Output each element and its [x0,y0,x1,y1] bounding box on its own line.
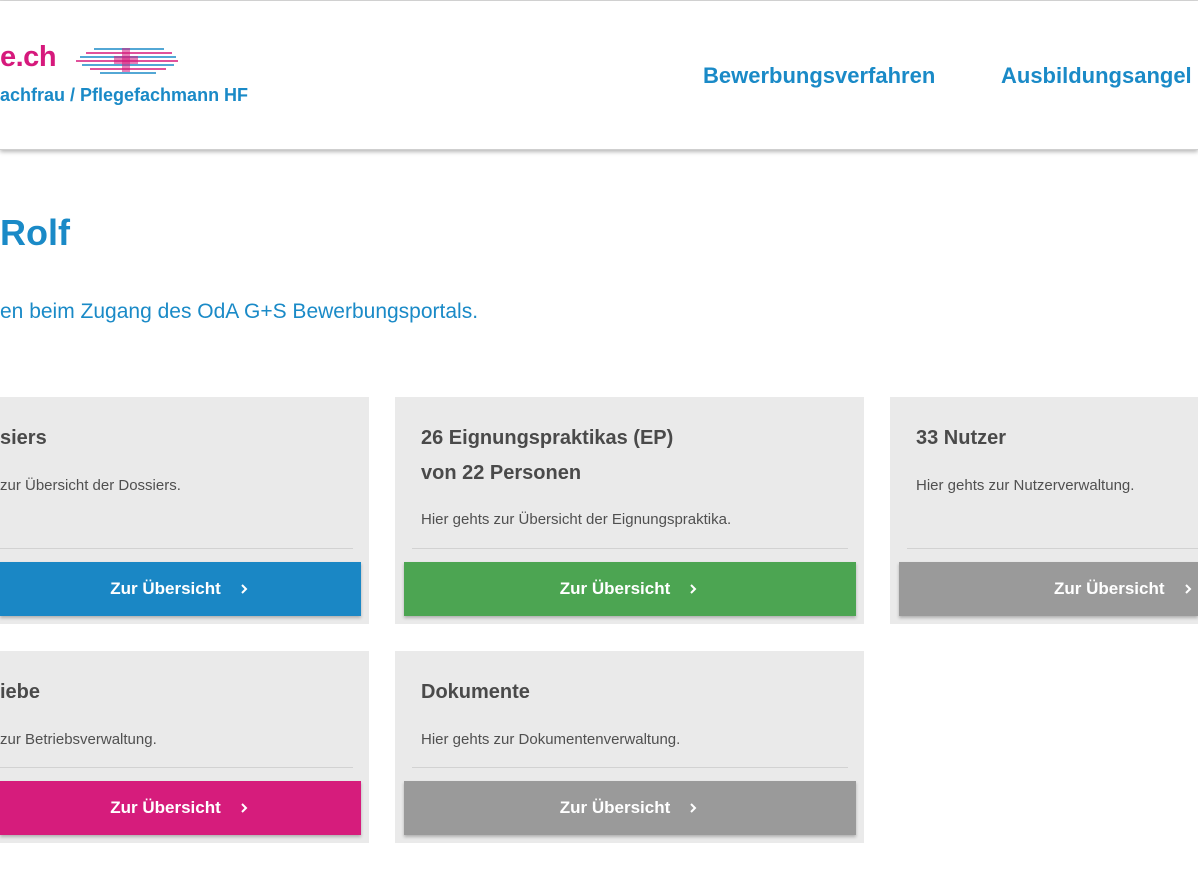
nav-bewerbungsverfahren[interactable]: Bewerbungsverfahren [703,63,935,89]
intro-text: en beim Zugang des OdA G+S Bewerbungspor… [0,300,479,323]
swiss-cross-lines-icon [76,48,178,74]
card-title-line2: von 22 Personen [421,462,582,484]
card-divider [907,548,1198,549]
card-betriebe: iebe zur Betriebsverwaltung. Zur Übersic… [0,651,369,843]
logo-text[interactable]: e.ch [0,41,57,74]
card-title: iebe [0,681,41,703]
logo-subtitle: achfrau / Pflegefachmann HF [0,85,249,105]
card-description: zur Betriebsverwaltung. [0,731,157,748]
dossiers-overview-button[interactable]: Zur Übersicht [0,562,361,616]
card-title: Dokumente [421,681,530,703]
nav-ausbildungsangebote[interactable]: Ausbildungsangel [1001,63,1192,89]
button-label: Zur Übersicht [110,798,221,817]
card-title: 26 Eignungspraktikas (EP) [421,427,674,449]
nutzer-overview-button[interactable]: Zur Übersicht [899,562,1198,616]
chevron-right-icon [1184,584,1191,594]
site-header: e.ch achfrau / Pflegefachmann HF Bewerbu… [0,1,1198,150]
card-nutzer: 33 Nutzer Hier gehts zur Nutzerverwaltun… [890,397,1198,624]
card-description: Hier gehts zur Dokumentenverwaltung. [421,731,681,748]
chevron-right-icon [690,584,697,594]
dokumente-overview-button[interactable]: Zur Übersicht [404,781,856,835]
card-divider [0,767,353,768]
card-dossiers: siers zur Übersicht der Dossiers. Zur Üb… [0,397,369,624]
chevron-right-icon [241,584,248,594]
card-divider [0,548,353,549]
card-description: zur Übersicht der Dossiers. [0,477,181,494]
card-description: Hier gehts zur Nutzerverwaltung. [916,477,1135,494]
card-divider [412,548,848,549]
button-label: Zur Übersicht [559,579,671,598]
chevron-right-icon [241,803,248,813]
greeting-heading: Rolf [0,212,70,253]
card-title: siers [0,427,47,449]
card-title: 33 Nutzer [916,427,1007,449]
button-label: Zur Übersicht [1054,579,1165,598]
button-label: Zur Übersicht [110,579,221,598]
button-label: Zur Übersicht [559,798,671,817]
chevron-right-icon [690,803,697,813]
card-description: Hier gehts zur Übersicht der Eignungspra… [421,511,732,528]
card-eignungspraktika: 26 Eignungspraktikas (EP) von 22 Persone… [395,397,864,624]
betriebe-overview-button[interactable]: Zur Übersicht [0,781,361,835]
eignungspraktika-overview-button[interactable]: Zur Übersicht [404,562,856,616]
card-divider [412,767,848,768]
card-dokumente: Dokumente Hier gehts zur Dokumentenverwa… [395,651,864,843]
